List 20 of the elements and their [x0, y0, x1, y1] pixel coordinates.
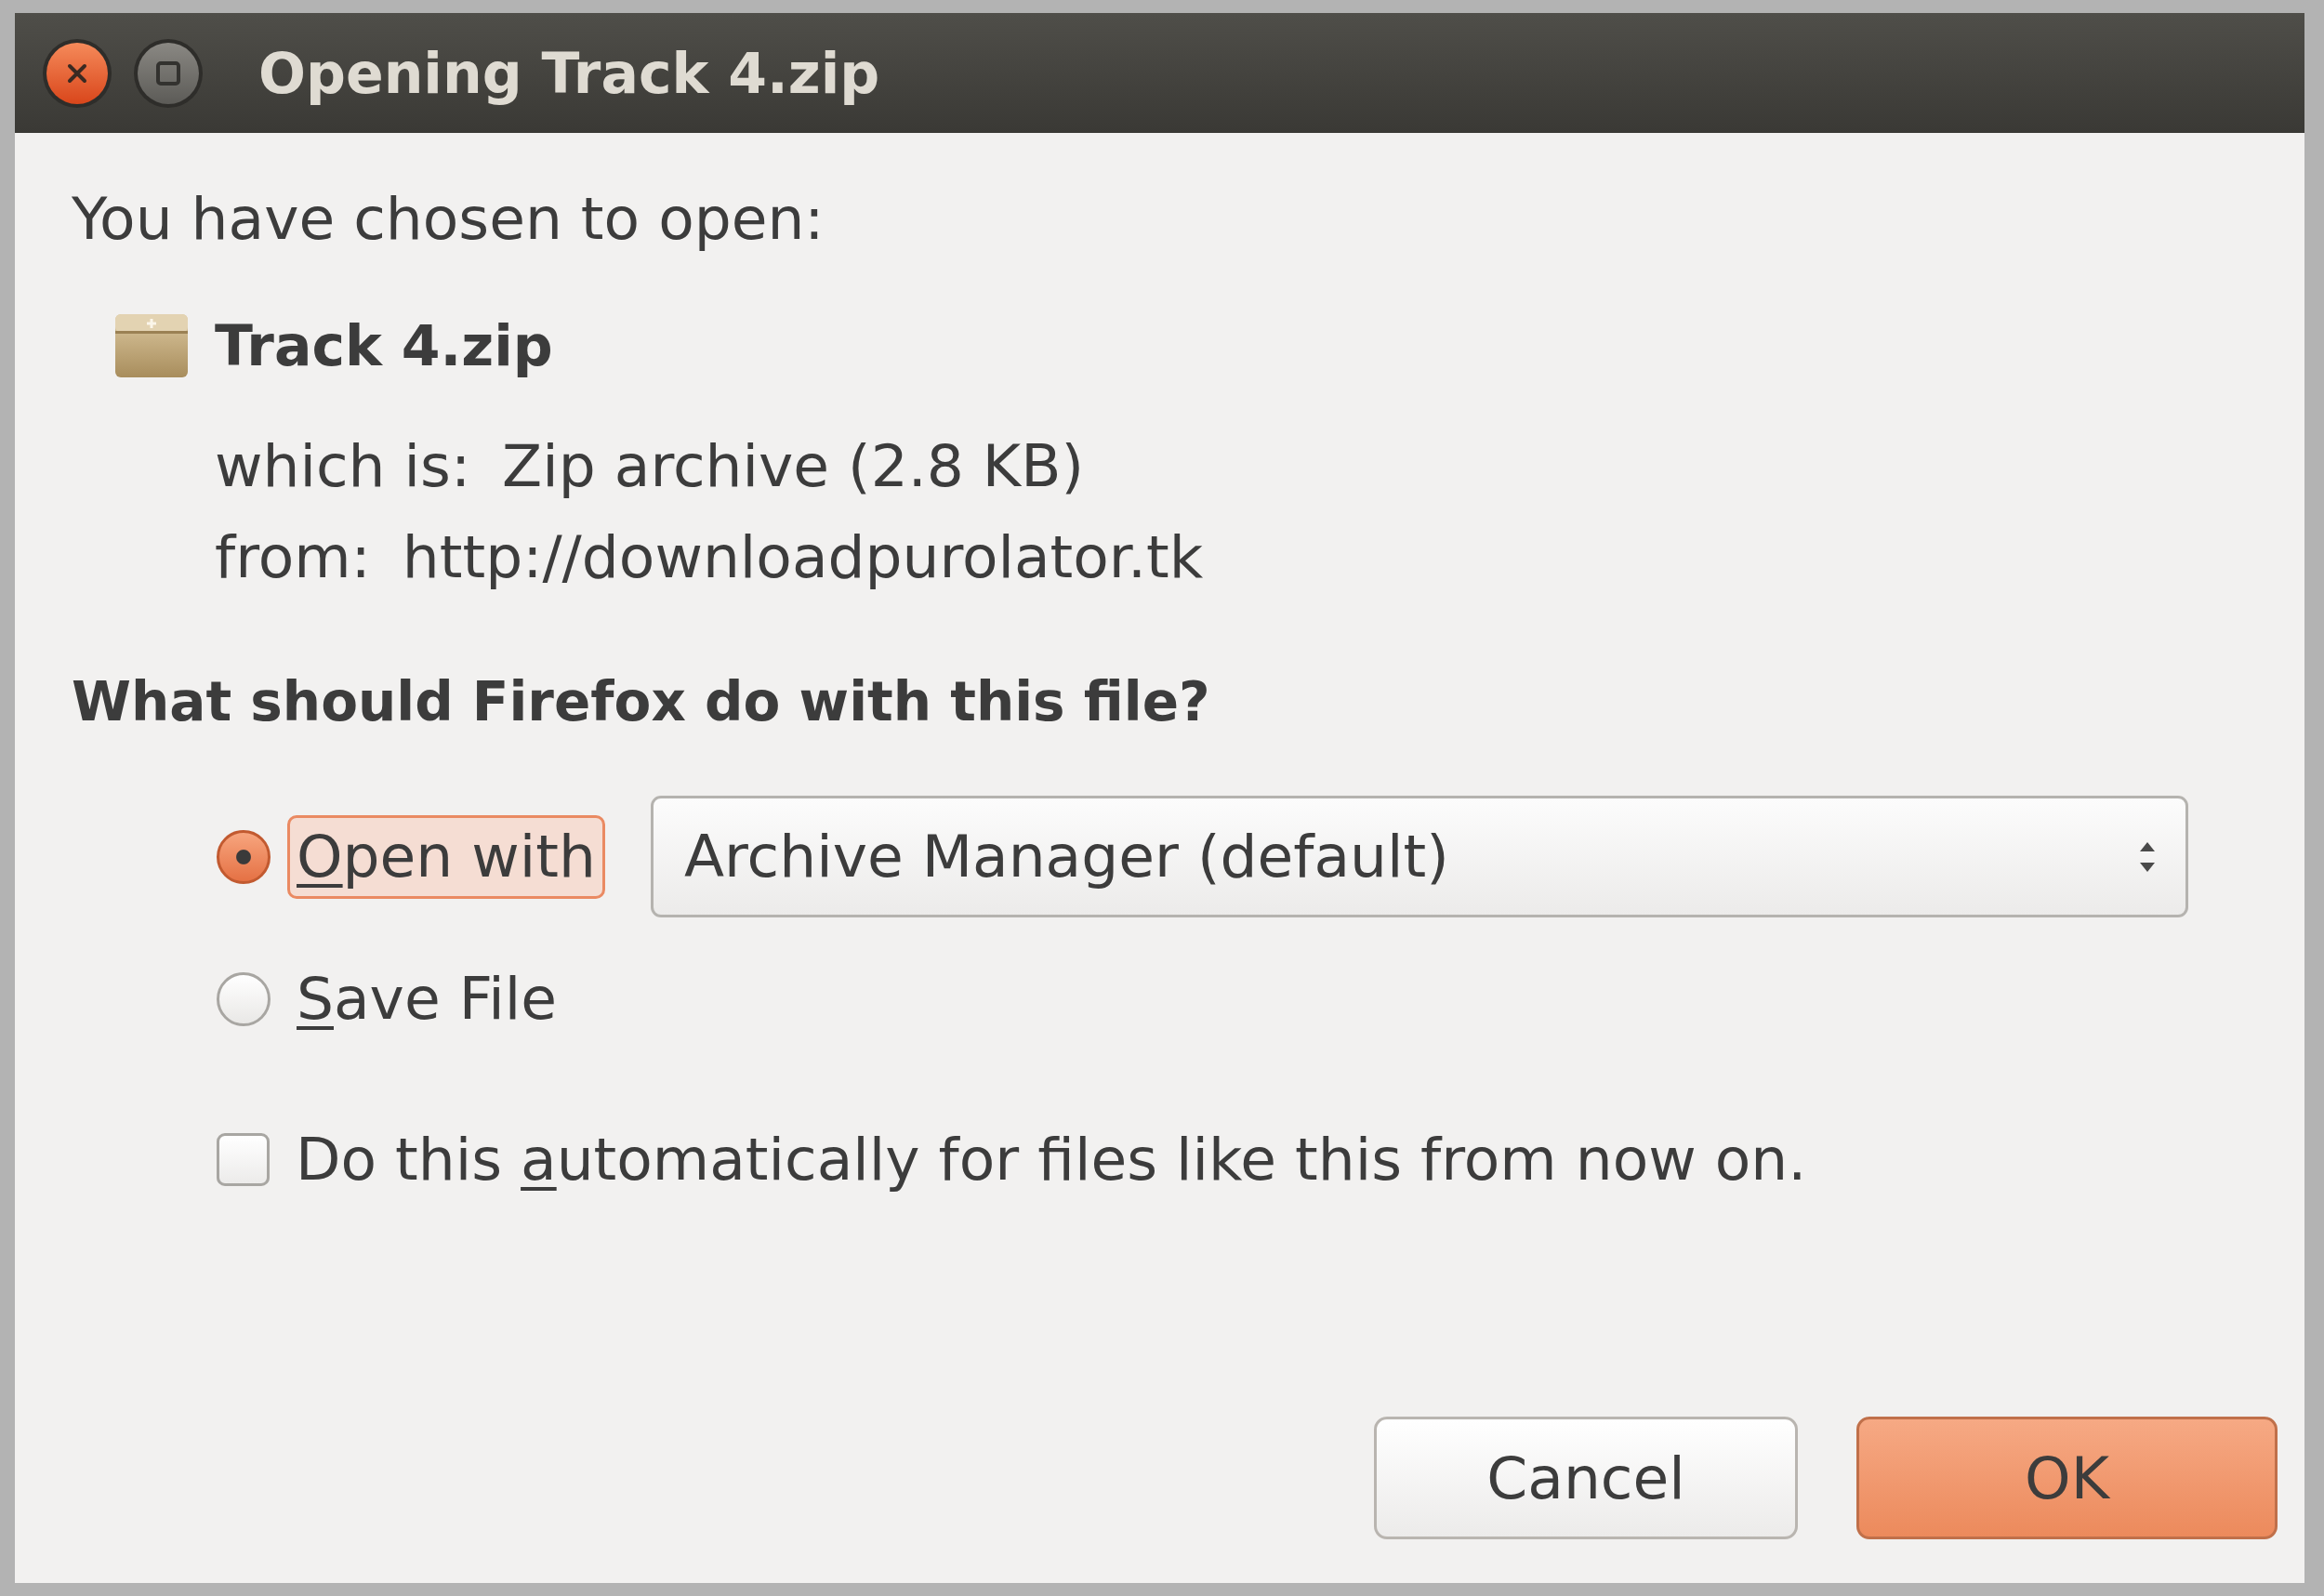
- app-dropdown[interactable]: Archive Manager (default): [650, 796, 2188, 918]
- radio-button[interactable]: [217, 829, 271, 884]
- detail-label: which is:: [215, 430, 471, 502]
- maximize-icon[interactable]: [133, 37, 204, 109]
- dialog-button[interactable]: OK: [1856, 1417, 2278, 1539]
- window-title: Opening Track 4.zip: [258, 39, 880, 107]
- intro-text: You have chosen to open:: [72, 184, 825, 255]
- radio-button[interactable]: [217, 972, 271, 1027]
- checkbox-label[interactable]: Do this automatically for files like this from now on.: [296, 1124, 1807, 1195]
- detail-label: from:: [215, 522, 371, 593]
- close-icon[interactable]: [42, 37, 112, 109]
- option-label[interactable]: Open with: [287, 815, 605, 899]
- dialog-button[interactable]: Cancel: [1374, 1417, 1798, 1539]
- detail-value: http://downloadpurolator.tk: [402, 522, 1204, 593]
- question-heading: What should Firefox do with this file?: [72, 669, 1211, 735]
- package-icon: [114, 312, 189, 378]
- file-name: Track 4.zip: [215, 311, 553, 379]
- detail-value: Zip archive (2.8 KB): [502, 430, 1084, 502]
- option-label[interactable]: Save File: [287, 957, 567, 1041]
- checkbox[interactable]: [217, 1133, 270, 1187]
